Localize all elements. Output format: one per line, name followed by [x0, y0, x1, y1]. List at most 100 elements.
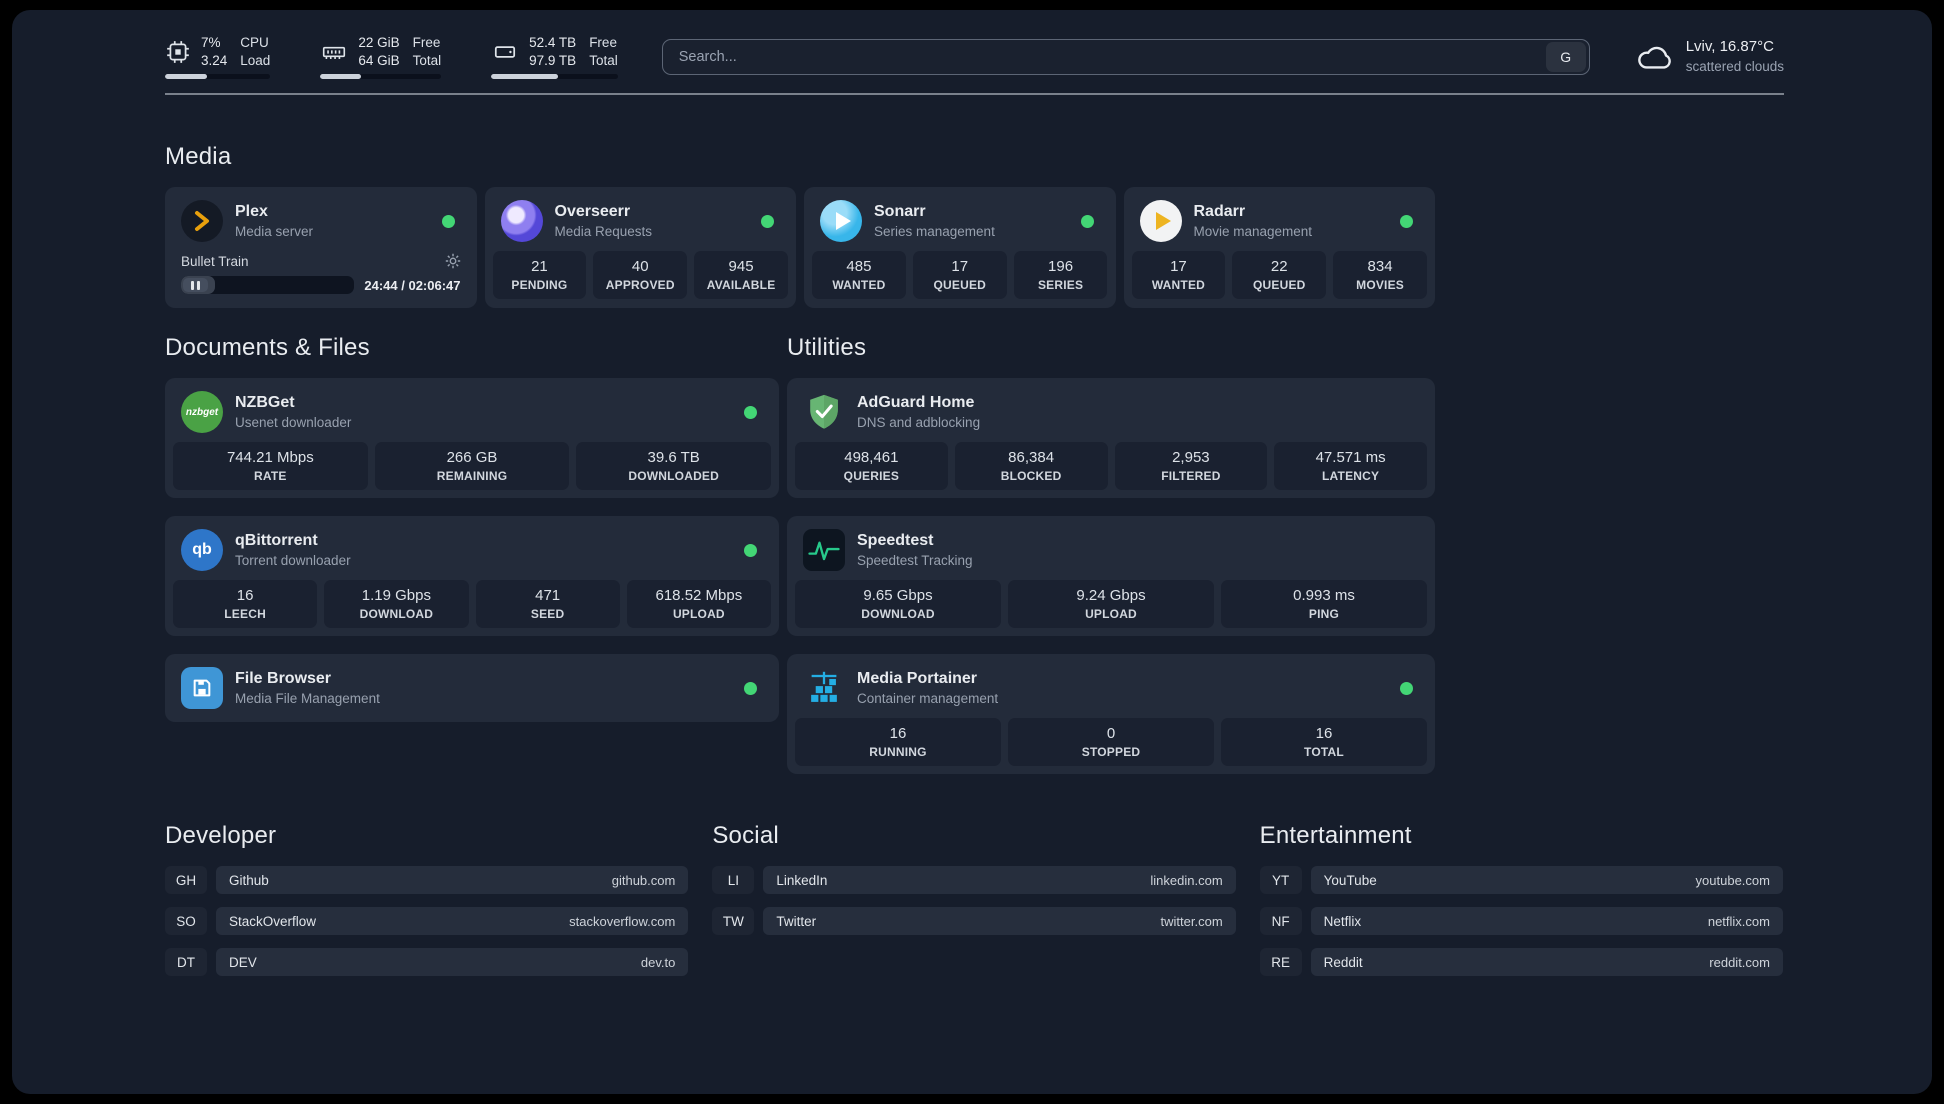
bookmark-name: Github: [229, 872, 269, 888]
service-link-adguard[interactable]: AdGuard Home DNS and adblocking: [795, 386, 1427, 442]
bookmark-group-social: Social LI LinkedIn linkedin.com TW Twitt…: [712, 822, 1236, 989]
service-name: Speedtest: [857, 531, 934, 549]
bookmark-url: youtube.com: [1695, 872, 1770, 888]
stat-box: 498,461 QUERIES: [795, 442, 948, 491]
service-link-qbittorrent[interactable]: qb qBittorrent Torrent downloader: [173, 524, 771, 580]
speedtest-icon: [803, 529, 845, 572]
stat-label: AVAILABLE: [706, 278, 776, 293]
bookmark-link: Netflix netflix.com: [1310, 907, 1783, 936]
cpu-load-label: Load: [240, 52, 271, 68]
stat-box: 21 PENDING: [492, 251, 587, 300]
service-name: Radarr: [1193, 202, 1246, 220]
bookmark-youtube[interactable]: YT YouTube youtube.com: [1259, 866, 1783, 895]
bookmark-dev[interactable]: DT DEV dev.to: [165, 948, 689, 977]
gear-icon[interactable]: [445, 253, 461, 269]
bookmark-link: Twitter twitter.com: [763, 907, 1236, 936]
adguard-icon: [803, 391, 845, 433]
search-provider-button[interactable]: G: [1545, 41, 1586, 72]
top-bar: 7% 3.24 CPU Load 22 GiB 64 GiB Free Tota…: [165, 34, 1784, 80]
service-subtitle: Usenet downloader: [235, 414, 352, 430]
stat-label: REMAINING: [436, 469, 508, 484]
stat-value: 2,953: [1172, 449, 1210, 467]
stat-label: SERIES: [1037, 278, 1084, 293]
service-stats: 21 PENDING 40 APPROVED 945 AVAILABLE: [492, 251, 789, 300]
service-link-plex[interactable]: Plex Media server: [173, 195, 469, 251]
service-subtitle: Media Requests: [554, 223, 653, 239]
service-subtitle: Movie management: [1193, 223, 1313, 239]
stat-value: 47.571 ms: [1315, 449, 1386, 467]
stat-label: TOTAL: [1304, 745, 1344, 760]
bookmark-group-entertainment: Entertainment YT YouTube youtube.com NF …: [1259, 822, 1783, 989]
stat-value: 471: [535, 587, 561, 605]
bookmark-name: StackOverflow: [229, 913, 317, 929]
weather-widget: Lviv, 16.87°C scattered clouds: [1634, 37, 1784, 75]
cpu-load-value: 3.24: [201, 52, 228, 68]
bookmark-name: Reddit: [1323, 954, 1363, 970]
stat-box: 0.993 ms PING: [1221, 580, 1427, 629]
service-link-portainer[interactable]: Media Portainer Container management: [795, 662, 1427, 718]
stat-label: QUERIES: [843, 469, 900, 484]
stat-box: 16 LEECH: [173, 580, 318, 629]
bookmark-twitter[interactable]: TW Twitter twitter.com: [712, 907, 1236, 936]
stat-box: 16 TOTAL: [1221, 718, 1427, 767]
bookmark-netflix[interactable]: NF Netflix netflix.com: [1259, 907, 1783, 936]
stat-box: 266 GB REMAINING: [374, 442, 570, 491]
bookmark-reddit[interactable]: RE Reddit reddit.com: [1259, 948, 1783, 977]
bookmark-url: reddit.com: [1709, 954, 1770, 970]
stat-value: 9.65 Gbps: [863, 587, 933, 605]
bookmarks-area: Developer GH Github github.com SO StackO…: [165, 822, 1783, 989]
cpu-usage-value: 7%: [201, 35, 221, 50]
stat-label: PING: [1308, 607, 1340, 622]
section-title-utilities: Utilities: [787, 334, 867, 362]
service-link-nzbget[interactable]: nzbget NZBGet Usenet downloader: [173, 386, 771, 442]
resource-widgets: 7% 3.24 CPU Load 22 GiB 64 GiB Free Tota…: [165, 34, 618, 80]
stat-box: 17 WANTED: [1131, 251, 1226, 300]
bookmark-stackoverflow[interactable]: SO StackOverflow stackoverflow.com: [165, 907, 689, 936]
stat-value: 1.19 Gbps: [361, 587, 431, 605]
stat-label: LEECH: [224, 607, 266, 622]
service-stats: 744.21 Mbps RATE 266 GB REMAINING 39.6 T…: [173, 442, 772, 491]
stat-value: 618.52 Mbps: [655, 587, 743, 605]
service-card-radarr: Radarr Movie management 17 WANTED 22 QUE…: [1123, 187, 1435, 309]
overseerr-icon: [500, 200, 543, 243]
service-link-speedtest[interactable]: Speedtest Speedtest Tracking: [795, 524, 1427, 580]
services-area: Media Plex Media server Bullet Train 24:…: [165, 143, 1435, 775]
stat-box: 744.21 Mbps RATE: [173, 442, 368, 491]
stat-label: DOWNLOADED: [628, 469, 720, 484]
stat-value: 196: [1048, 258, 1074, 276]
service-subtitle: Media server: [235, 223, 314, 239]
bookmark-linkedin[interactable]: LI LinkedIn linkedin.com: [712, 866, 1236, 895]
stat-label: WANTED: [1151, 278, 1206, 293]
filebrowser-icon: [181, 667, 223, 710]
service-link-overseerr[interactable]: Overseerr Media Requests: [493, 195, 789, 251]
memory-widget: 22 GiB 64 GiB Free Total: [320, 34, 442, 80]
service-subtitle: Media File Management: [235, 690, 380, 706]
stat-label: MOVIES: [1356, 278, 1405, 293]
service-link-radarr[interactable]: Radarr Movie management: [1132, 195, 1428, 251]
stat-box: 1.19 Gbps DOWNLOAD: [324, 580, 469, 629]
pause-button[interactable]: [183, 278, 208, 293]
search-input[interactable]: [662, 39, 1546, 74]
bookmark-github[interactable]: GH Github github.com: [165, 866, 689, 895]
bookmark-link: StackOverflow stackoverflow.com: [216, 907, 689, 936]
service-link-sonarr[interactable]: Sonarr Series management: [812, 195, 1108, 251]
radarr-icon: [1139, 200, 1182, 243]
bookmark-url: github.com: [611, 872, 676, 888]
playback-progress-bar[interactable]: [181, 276, 355, 295]
bookmark-url: linkedin.com: [1150, 872, 1223, 888]
stat-label: UPLOAD: [1085, 607, 1137, 622]
service-link-filebrowser[interactable]: File Browser Media File Management: [173, 662, 771, 714]
service-name: NZBGet: [235, 393, 295, 411]
bookmark-url: dev.to: [640, 954, 676, 970]
service-stats: 498,461 QUERIES 86,384 BLOCKED 2,953 FIL…: [795, 442, 1427, 491]
disk-total-label: Total: [589, 52, 618, 68]
service-name: File Browser: [235, 669, 332, 687]
service-card-portainer: Media Portainer Container management 16 …: [787, 654, 1435, 775]
stat-value: 17: [1170, 258, 1187, 276]
service-name: Plex: [235, 202, 268, 220]
status-dot: [761, 214, 774, 228]
qbittorrent-icon: qb: [181, 529, 223, 572]
bookmark-abbr: NF: [1259, 907, 1302, 936]
stat-label: QUEUED: [1252, 278, 1306, 293]
header-divider: [165, 93, 1784, 96]
